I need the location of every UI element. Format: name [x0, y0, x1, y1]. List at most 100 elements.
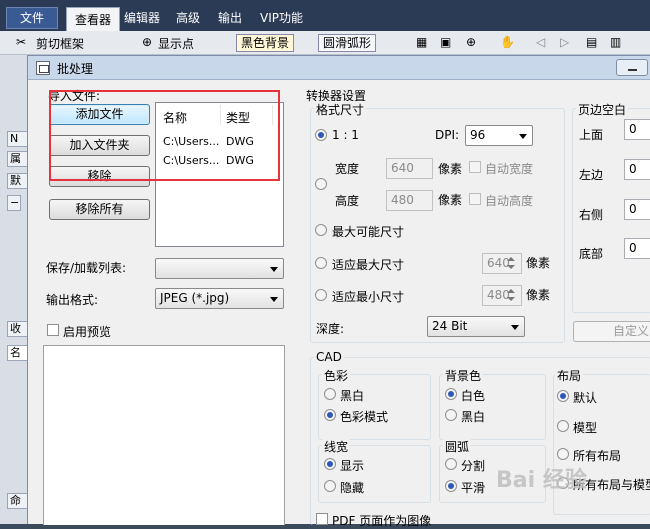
add-folder-button[interactable]: 加入文件夹 [49, 135, 150, 156]
black-background-label: 黑色背景 [241, 36, 290, 50]
layout-model-radio[interactable] [557, 420, 569, 432]
dpi-icon[interactable]: ▣ [440, 35, 451, 49]
width-input[interactable]: 640 [386, 158, 433, 179]
auto-width-label: 自动宽度 [485, 162, 534, 176]
depth-select[interactable]: 24 Bit [427, 316, 525, 337]
linewidth-hide-label: 隐藏 [340, 481, 365, 495]
tab-vip[interactable]: VIP功能 [252, 6, 311, 30]
print-icon[interactable]: ▥ [610, 35, 621, 49]
chevron-down-icon [511, 325, 519, 330]
black-background-toggle[interactable]: 黑色背景 [236, 34, 295, 52]
margin-left-value: 0 [629, 162, 637, 176]
layout-default-radio[interactable] [557, 390, 569, 402]
back-icon[interactable]: ◁ [536, 35, 545, 49]
column-header-type[interactable]: 类型 [226, 109, 250, 126]
forward-icon[interactable]: ▷ [560, 35, 569, 49]
format-size-title: 格式尺寸 [314, 101, 367, 118]
batch-dialog: 批处理 导入文件: 添加文件 加入文件夹 移除 移除所有 名称 类型 C:\Us… [27, 55, 650, 528]
auto-width-checkbox[interactable] [469, 161, 481, 173]
table-row[interactable]: C:\Users... DWG [156, 134, 283, 152]
arc-split-label: 分割 [461, 459, 486, 473]
save-load-list-select[interactable] [155, 258, 284, 279]
enable-preview-label: 启用预览 [63, 325, 112, 339]
margin-top-value: 0 [629, 122, 637, 136]
fit-min-unit-label: 像素 [526, 288, 551, 302]
file-menu-button[interactable]: 文件 [6, 7, 58, 29]
menu-bar: 文件 查看器 编辑器 高级 输出 VIP功能 [0, 0, 650, 31]
dialog-titlebar: 批处理 [28, 56, 650, 80]
row-type: DWG [226, 135, 254, 148]
chevron-down-icon [519, 134, 527, 139]
enable-preview-checkbox[interactable] [47, 324, 59, 336]
add-file-button[interactable]: 添加文件 [49, 104, 150, 125]
width-label: 宽度 [335, 162, 360, 176]
bg-white-radio[interactable] [445, 388, 457, 400]
smooth-arc-label: 圆滑弧形 [323, 36, 372, 50]
margin-right-input[interactable]: 0 [624, 199, 650, 220]
minimize-button[interactable] [616, 59, 648, 76]
margin-top-input[interactable]: 0 [624, 119, 650, 140]
color-mode-radio[interactable] [324, 409, 336, 421]
file-list[interactable]: 名称 类型 C:\Users... DWG C:\Users... DWG [155, 102, 284, 247]
arc-split-radio[interactable] [445, 458, 457, 470]
fit-min-radio[interactable] [315, 289, 327, 301]
save-load-list-label: 保存/加载列表: [46, 261, 127, 275]
color-bw-radio[interactable] [324, 388, 336, 400]
output-format-label: 输出格式: [46, 293, 99, 307]
margin-top-label: 上面 [579, 128, 604, 142]
arc-smooth-label: 平滑 [461, 481, 486, 495]
linewidth-hide-radio[interactable] [324, 480, 336, 492]
fit-max-unit-label: 像素 [526, 256, 551, 270]
fit-max-radio[interactable] [315, 257, 327, 269]
output-format-select[interactable]: JPEG (*.jpg) [155, 288, 284, 309]
dpi-select[interactable]: 96 [465, 125, 533, 146]
show-points-button[interactable]: 显示点 [158, 35, 194, 52]
custom-size-radio[interactable] [315, 178, 327, 190]
fit-min-spinner[interactable] [503, 285, 519, 306]
margin-left-input[interactable]: 0 [624, 159, 650, 180]
pdf-page-as-image-checkbox[interactable] [316, 513, 328, 525]
auto-height-label: 自动高度 [485, 194, 534, 208]
margin-bottom-input[interactable]: 0 [624, 238, 650, 259]
row-name: C:\Users... [163, 135, 220, 148]
batch-icon [36, 61, 50, 75]
max-possible-radio[interactable] [315, 224, 327, 236]
grid-icon[interactable]: ▦ [416, 35, 427, 49]
chevron-down-icon [270, 297, 278, 302]
margin-bottom-label: 底部 [579, 247, 604, 261]
custom-button[interactable]: 自定义 [573, 321, 650, 342]
hand-icon[interactable]: ✋ [500, 35, 515, 49]
tab-viewer[interactable]: 查看器 [66, 7, 121, 31]
import-files-label: 导入文件: [48, 89, 101, 103]
layout-all-radio[interactable] [557, 448, 569, 460]
fit-max-spinner[interactable] [503, 253, 519, 274]
margin-left-label: 左边 [579, 168, 604, 182]
trim-frame-button[interactable]: 剪切框架 [36, 35, 84, 52]
collapse-icon[interactable]: − [7, 195, 21, 211]
column-header-name[interactable]: 名称 [163, 109, 187, 126]
linewidth-show-radio[interactable] [324, 458, 336, 470]
chevron-down-icon [270, 267, 278, 272]
auto-height-checkbox[interactable] [469, 193, 481, 205]
layout-default-label: 默认 [573, 391, 598, 405]
remove-button[interactable]: 移除 [49, 166, 150, 187]
tab-editor[interactable]: 编辑器 [116, 6, 168, 30]
depth-value: 24 Bit [432, 319, 468, 333]
table-row[interactable]: C:\Users... DWG [156, 153, 283, 171]
margin-right-value: 0 [629, 202, 637, 216]
remove-all-button[interactable]: 移除所有 [49, 199, 150, 220]
zoom-icon[interactable]: ⊕ [466, 35, 476, 49]
watermark-logo: Bai 经验 [496, 468, 587, 493]
save-icon[interactable]: ▤ [586, 35, 597, 49]
smooth-arc-toggle[interactable]: 圆滑弧形 [318, 34, 377, 52]
ribbon-toolbar: ✂ 剪切框架 ⊕ 显示点 黑色背景 圆滑弧形 ▦ ▣ ⊕ ✋ ◁ ▷ ▤ ▥ [0, 31, 650, 55]
tab-advanced[interactable]: 高级 [168, 6, 208, 30]
arc-smooth-radio[interactable] [445, 480, 457, 492]
scissors-icon[interactable]: ✂ [16, 35, 26, 49]
row-type: DWG [226, 154, 254, 167]
ratio-1-1-radio[interactable] [315, 129, 327, 141]
bg-bw-radio[interactable] [445, 409, 457, 421]
show-points-icon: ⊕ [142, 35, 153, 49]
height-input[interactable]: 480 [386, 190, 433, 211]
tab-output[interactable]: 输出 [210, 6, 250, 30]
